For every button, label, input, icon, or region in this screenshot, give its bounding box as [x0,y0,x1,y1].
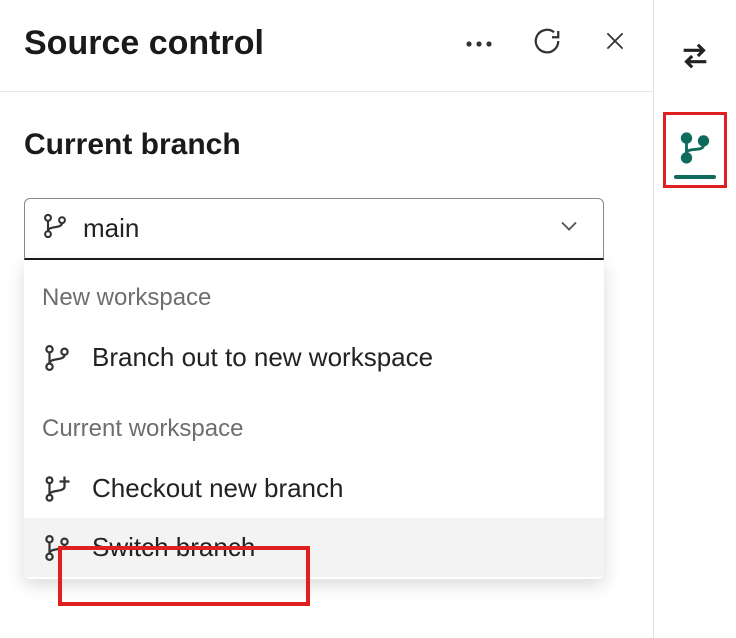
branch-dropdown-trigger[interactable]: main [24,198,604,260]
more-icon [465,35,493,53]
branch-icon [41,212,69,245]
refresh-icon [532,26,562,61]
menu-item-checkout-new[interactable]: Checkout new branch [24,459,604,518]
menu-item-label: Switch branch [92,532,255,563]
right-rail [654,0,736,638]
close-icon [602,28,628,59]
rail-swap-button[interactable] [663,28,727,88]
branch-dropdown: main New workspace Branch out to new wor… [24,198,604,260]
branch-icon [678,131,712,170]
menu-item-label: Checkout new branch [92,473,343,504]
chevron-down-icon [555,212,583,245]
branch-dropdown-value: main [83,213,139,244]
menu-item-branch-out[interactable]: Branch out to new workspace [24,328,604,387]
branch-icon [42,343,76,373]
branch-plus-icon [42,474,76,504]
swap-arrows-icon [678,39,712,78]
close-button[interactable] [601,30,629,58]
more-button[interactable] [465,30,493,58]
active-indicator [674,175,716,179]
section-label: Current branch [24,128,629,162]
header-actions [465,30,629,58]
dropdown-group-label: New workspace [24,278,604,328]
refresh-button[interactable] [533,30,561,58]
dropdown-group-label: Current workspace [24,409,604,459]
panel-title: Source control [24,24,264,63]
branch-icon [42,533,76,563]
branch-dropdown-menu: New workspace Branch out to new workspac… [24,260,604,579]
rail-source-control-button[interactable] [663,112,727,188]
menu-item-switch-branch[interactable]: Switch branch [24,518,604,577]
panel-header: Source control [0,0,653,92]
menu-item-label: Branch out to new workspace [92,342,433,373]
